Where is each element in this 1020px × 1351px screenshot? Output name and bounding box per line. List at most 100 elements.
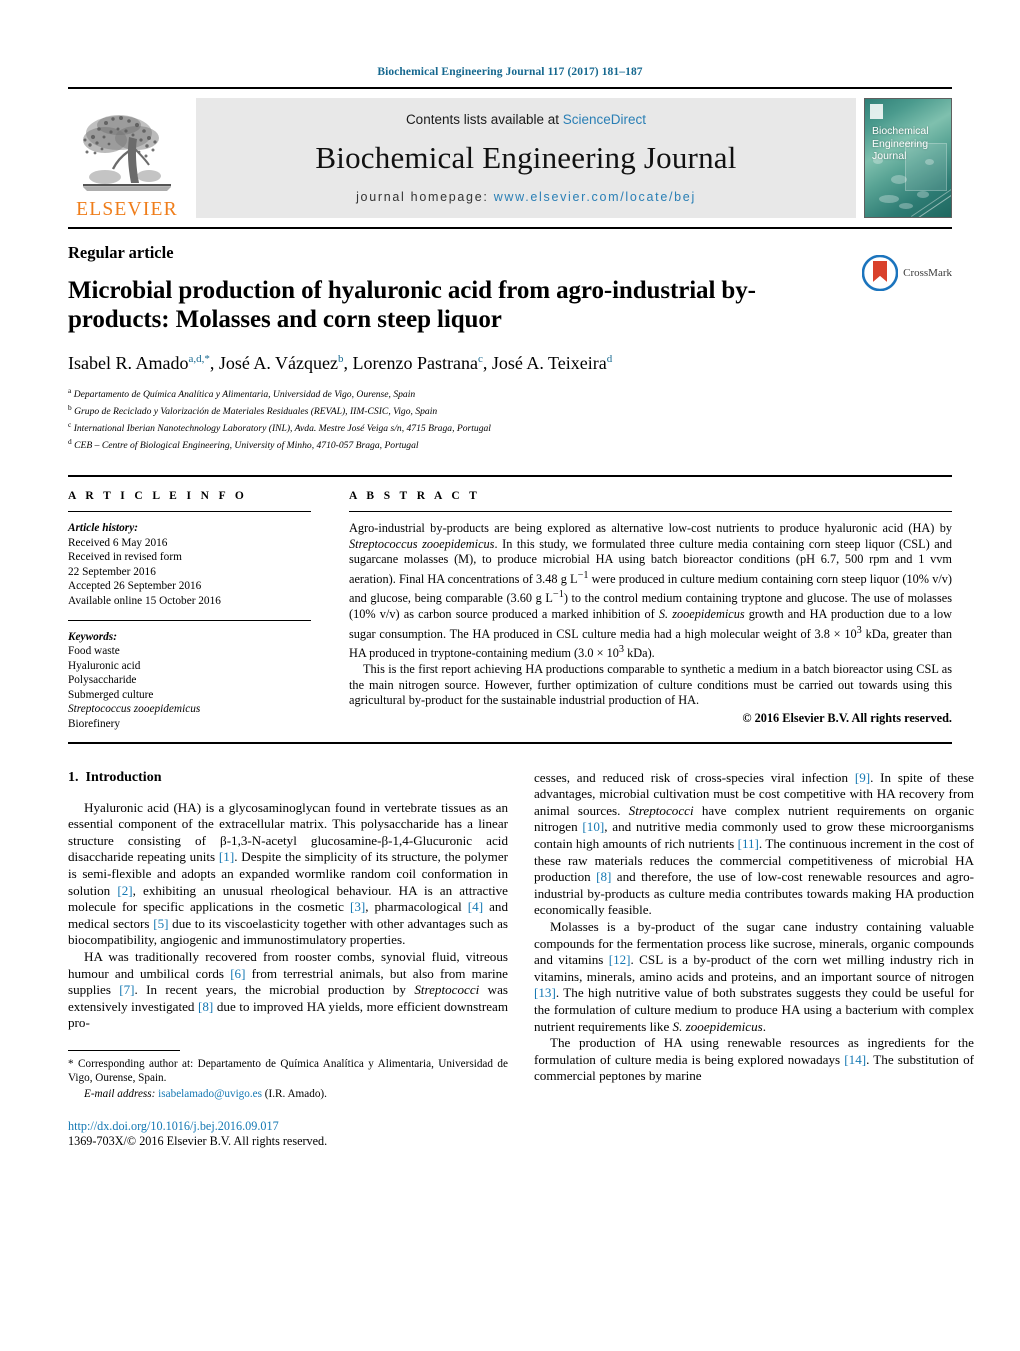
- cover-title-line1: Biochemical: [872, 125, 929, 137]
- article-page: Biochemical Engineering Journal 117 (201…: [0, 0, 1020, 1351]
- journal-title: Biochemical Engineering Journal: [315, 140, 737, 175]
- journal-homepage-line: journal homepage: www.elsevier.com/locat…: [356, 190, 696, 204]
- paragraph: Hyaluronic acid (HA) is a glycosaminogly…: [68, 799, 508, 948]
- keyword: Streptococcus zooepidemicus: [68, 703, 201, 716]
- cover-elsevier-mark: [870, 104, 883, 119]
- article-info-column: A R T I C L E I N F O Article history: R…: [68, 477, 327, 732]
- info-abstract-section: A R T I C L E I N F O Article history: R…: [68, 474, 952, 732]
- introduction-left-text: Hyaluronic acid (HA) is a glycosaminogly…: [68, 800, 508, 1032]
- elsevier-tree-icon: [83, 114, 171, 191]
- homepage-prefix: journal homepage:: [356, 190, 494, 204]
- history-item: 22 September 2016: [68, 565, 156, 578]
- affiliation-text: Departamento de Química Analítica y Alim…: [73, 389, 416, 401]
- keywords-block: Keywords: Food waste Hyaluronic acid Pol…: [68, 630, 311, 732]
- author-sep: ,: [343, 353, 353, 373]
- corresponding-author-note: * Corresponding author at: Departamento …: [68, 1057, 508, 1085]
- email-link[interactable]: isabelamado@uvigo.es: [158, 1088, 262, 1100]
- article-body: 1. Introduction Hyaluronic acid (HA) is …: [68, 770, 974, 1149]
- elsevier-logo: ELSEVIER: [68, 95, 186, 221]
- doi-link[interactable]: http://dx.doi.org/10.1016/j.bej.2016.09.…: [68, 1119, 508, 1134]
- body-column-left: 1. Introduction Hyaluronic acid (HA) is …: [68, 770, 508, 1149]
- history-item: Available online 15 October 2016: [68, 594, 221, 607]
- keyword: Polysaccharide: [68, 674, 137, 687]
- issn-copyright: 1369-703X/© 2016 Elsevier B.V. All right…: [68, 1133, 328, 1148]
- affiliation-mark: a: [68, 386, 72, 395]
- author-sep: ,: [209, 353, 219, 373]
- title-block: Regular article Microbial production of …: [68, 229, 952, 453]
- keyword: Hyaluronic acid: [68, 659, 141, 672]
- email-note: E-mail address: isabelamado@uvigo.es (I.…: [68, 1087, 508, 1101]
- section-heading-introduction: 1. Introduction: [68, 770, 508, 786]
- cover-title-line3: Journal: [872, 150, 907, 162]
- crossmark-icon: [862, 255, 899, 291]
- divider: [68, 619, 311, 621]
- abstract-copyright: © 2016 Elsevier B.V. All rights reserved…: [742, 710, 952, 725]
- author[interactable]: José A. Teixeirad: [492, 353, 612, 373]
- keyword: Biorefinery: [68, 718, 121, 731]
- introduction-right-text: cesses, and reduced risk of cross-specie…: [534, 770, 974, 1085]
- affiliation: d CEB – Centre of Biological Engineering…: [68, 436, 952, 453]
- author[interactable]: Isabel R. Amadoa,d,*: [68, 353, 210, 373]
- affiliation-mark: d: [68, 436, 72, 446]
- section-number: 1.: [68, 769, 79, 785]
- running-head: Biochemical Engineering Journal 117 (201…: [377, 66, 643, 78]
- elsevier-wordmark: ELSEVIER: [76, 198, 178, 220]
- sciencedirect-link[interactable]: ScienceDirect: [563, 112, 646, 127]
- section-title: Introduction: [85, 769, 162, 785]
- article-info-heading: A R T I C L E I N F O: [68, 489, 248, 502]
- journal-cover-thumbnail: Biochemical Engineering Journal: [864, 98, 952, 218]
- author-name: Lorenzo Pastrana: [352, 353, 478, 373]
- abstract-body: Agro-industrial by-products are being ex…: [349, 521, 952, 709]
- author-name: José A. Teixeira: [491, 353, 607, 373]
- affiliation-mark: c: [68, 419, 72, 429]
- affiliation-text: Grupo de Reciclado y Valorización de Mat…: [74, 406, 438, 418]
- affiliation-text: CEB – Centre of Biological Engineering, …: [74, 440, 419, 452]
- history-item: Received in revised form: [68, 551, 182, 564]
- journal-masthead: ELSEVIER Contents lists available at Sci…: [68, 87, 952, 229]
- cover-title-line2: Engineering: [872, 137, 929, 150]
- contents-available-line: Contents lists available at ScienceDirec…: [406, 112, 646, 127]
- paragraph: cesses, and reduced risk of cross-specie…: [534, 769, 974, 918]
- crossmark-badge[interactable]: CrossMark: [862, 255, 952, 291]
- history-item: Received 6 May 2016: [68, 536, 168, 549]
- divider: [68, 741, 952, 744]
- abstract-heading: A B S T R A C T: [349, 489, 481, 502]
- footer-block: http://dx.doi.org/10.1016/j.bej.2016.09.…: [68, 1119, 508, 1149]
- abstract-paragraph: This is the first report achieving HA pr…: [349, 662, 952, 708]
- paragraph: The production of HA using renewable res…: [534, 1035, 974, 1084]
- divider: [68, 510, 311, 512]
- homepage-link[interactable]: www.elsevier.com/locate/bej: [494, 190, 696, 204]
- author[interactable]: Lorenzo Pastranac: [353, 353, 483, 373]
- keyword: Submerged culture: [68, 688, 154, 701]
- affiliation-list: a Departamento de Química Analítica y Al…: [68, 385, 952, 453]
- article-history: Article history: Received 6 May 2016 Rec…: [68, 521, 311, 609]
- masthead-center: Contents lists available at ScienceDirec…: [196, 98, 856, 218]
- keywords-label: Keywords:: [68, 630, 117, 643]
- footnote-rule: [68, 1049, 180, 1051]
- article-type-label: Regular article: [68, 243, 174, 262]
- page-title: Microbial production of hyaluronic acid …: [68, 277, 756, 333]
- email-label: E-mail address:: [84, 1088, 156, 1101]
- email-owner: (I.R. Amado).: [264, 1088, 327, 1101]
- author-affil-mark: a,d,*: [188, 353, 210, 365]
- affiliation: a Departamento de Química Analítica y Al…: [68, 385, 952, 402]
- paragraph: Molasses is a by-product of the sugar ca…: [534, 919, 974, 1034]
- divider: [349, 510, 952, 512]
- abstract-paragraph: Agro-industrial by-products are being ex…: [349, 520, 952, 661]
- author-affil-mark: d: [606, 353, 613, 365]
- author-name: Isabel R. Amado: [68, 353, 189, 373]
- footnote-block: * Corresponding author at: Departamento …: [68, 1049, 508, 1149]
- crossmark-label: CrossMark: [903, 267, 952, 279]
- keyword: Food waste: [68, 645, 120, 658]
- article-history-label: Article history:: [68, 521, 138, 534]
- author-sep: ,: [482, 353, 492, 373]
- abstract-column: A B S T R A C T Agro-industrial by-produ…: [327, 477, 952, 732]
- affiliation: b Grupo de Reciclado y Valorización de M…: [68, 402, 952, 419]
- author-list: Isabel R. Amadoa,d,*, José A. Vázquezb, …: [68, 348, 952, 374]
- body-column-right: cesses, and reduced risk of cross-specie…: [534, 770, 974, 1149]
- cover-title: Biochemical Engineering Journal: [872, 125, 929, 163]
- author[interactable]: José A. Vázquezb: [219, 353, 344, 373]
- affiliation-mark: b: [68, 402, 72, 412]
- paragraph: HA was traditionally recovered from roos…: [68, 949, 509, 1031]
- contents-prefix: Contents lists available at: [405, 112, 563, 127]
